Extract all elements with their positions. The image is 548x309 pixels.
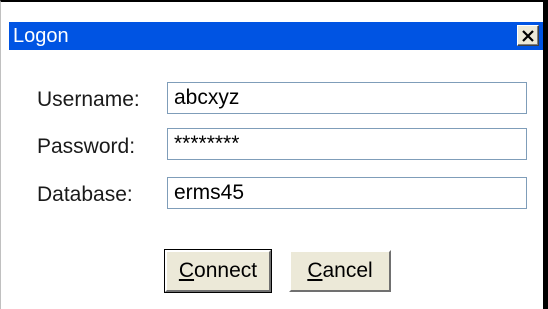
cancel-button[interactable]: Cancel	[289, 250, 391, 292]
database-field[interactable]	[167, 177, 527, 209]
cancel-access-key: C	[307, 259, 323, 282]
username-label: Username:	[37, 88, 140, 111]
logon-dialog: Logon Username: Password: Database: Conn…	[0, 0, 548, 309]
cancel-label: ancel	[322, 259, 373, 282]
connect-button[interactable]: Connect	[164, 249, 272, 293]
connect-label: onnect	[194, 259, 258, 282]
database-label: Database:	[37, 183, 133, 206]
close-button[interactable]	[517, 25, 539, 46]
password-label: Password:	[37, 135, 136, 158]
close-icon	[522, 29, 534, 42]
window-title: Logon	[13, 25, 69, 47]
username-field[interactable]	[167, 82, 527, 114]
password-field[interactable]	[167, 128, 527, 160]
title-bar[interactable]: Logon	[9, 22, 543, 50]
connect-access-key: C	[178, 259, 195, 282]
